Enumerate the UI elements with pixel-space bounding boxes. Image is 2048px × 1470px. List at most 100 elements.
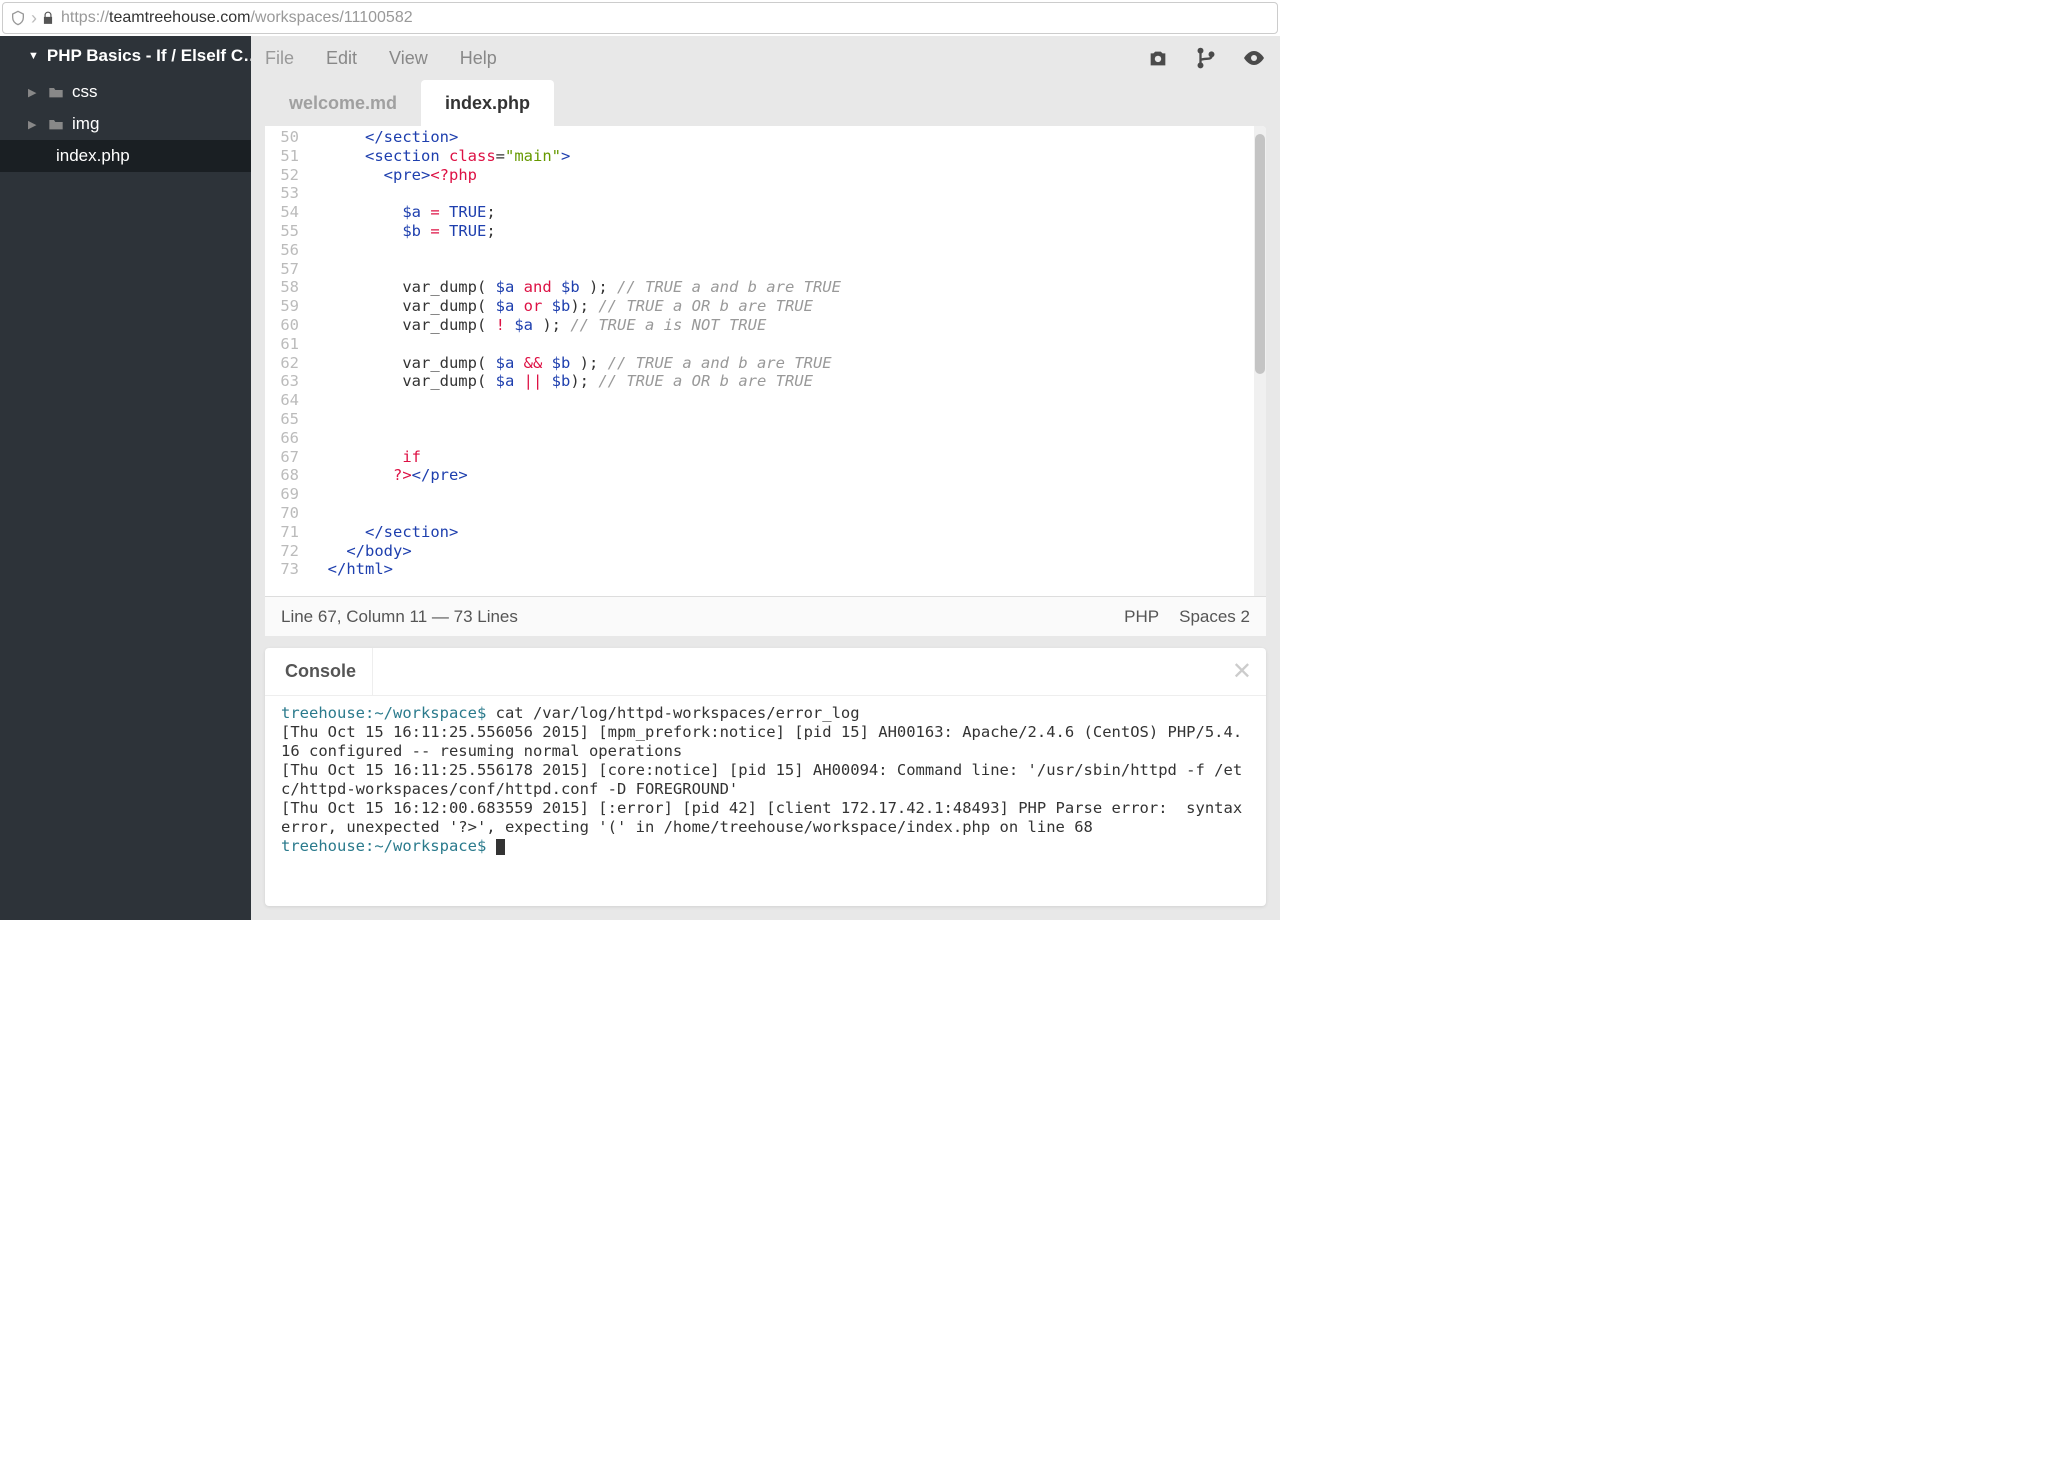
code-line[interactable]: 61 [265,335,1266,354]
close-icon[interactable]: ✕ [1232,657,1252,686]
line-number: 72 [265,542,309,561]
line-number: 59 [265,297,309,316]
line-number: 65 [265,410,309,429]
code-line[interactable]: 66 [265,429,1266,448]
code-content[interactable]: var_dump( $a || $b); // TRUE a OR b are … [309,372,1266,391]
line-number: 68 [265,466,309,485]
code-content[interactable] [309,335,1266,354]
code-line[interactable]: 50 </section> [265,128,1266,147]
code-line[interactable]: 51 <section class="main"> [265,147,1266,166]
line-number: 62 [265,354,309,373]
code-line[interactable]: 71 </section> [265,523,1266,542]
tab-welcome-md[interactable]: welcome.md [265,80,421,126]
console-tab[interactable]: Console [265,648,373,695]
code-line[interactable]: 67 if [265,448,1266,467]
code-content[interactable] [309,429,1266,448]
code-content[interactable]: </body> [309,542,1266,561]
code-content[interactable] [309,260,1266,279]
branch-icon[interactable] [1194,46,1218,70]
console-line: [Thu Oct 15 16:11:25.556056 2015] [mpm_p… [281,723,1250,761]
code-content[interactable]: $a = TRUE; [309,203,1266,222]
console-body[interactable]: treehouse:~/workspace$ cat /var/log/http… [265,696,1266,906]
code-content[interactable]: </section> [309,128,1266,147]
menu-edit[interactable]: Edit [326,48,357,68]
code-line[interactable]: 54 $a = TRUE; [265,203,1266,222]
code-line[interactable]: 64 [265,391,1266,410]
code-line[interactable]: 65 [265,410,1266,429]
workspace-root: ▼ PHP Basics - If / ElseIf C… ▶css▶img in… [0,36,1280,920]
folder-icon [48,117,64,131]
menu-file[interactable]: File [265,48,294,68]
menu-help[interactable]: Help [460,48,497,68]
language-indicator[interactable]: PHP [1124,607,1159,627]
line-number: 55 [265,222,309,241]
code-content[interactable] [309,241,1266,260]
tree-item-label: index.php [56,146,130,166]
tree-item-css[interactable]: ▶css [0,76,251,108]
scrollbar-thumb[interactable] [1255,134,1265,374]
tree-item-label: css [72,82,98,102]
code-line[interactable]: 68 ?></pre> [265,466,1266,485]
code-content[interactable]: ?></pre> [309,466,1266,485]
indent-indicator[interactable]: Spaces 2 [1179,607,1250,627]
code-line[interactable]: 73 </html> [265,560,1266,579]
line-number: 60 [265,316,309,335]
code-content[interactable] [309,504,1266,523]
code-line[interactable]: 70 [265,504,1266,523]
folder-icon [48,85,64,99]
code-line[interactable]: 63 var_dump( $a || $b); // TRUE a OR b a… [265,372,1266,391]
code-content[interactable] [309,485,1266,504]
code-line[interactable]: 56 [265,241,1266,260]
code-content[interactable]: $b = TRUE; [309,222,1266,241]
code-line[interactable]: 55 $b = TRUE; [265,222,1266,241]
tree-item-index-php[interactable]: index.php [0,140,251,172]
tree-item-img[interactable]: ▶img [0,108,251,140]
code-content[interactable] [309,184,1266,203]
code-content[interactable]: if [309,448,1266,467]
url-text[interactable]: https://teamtreehouse.com/workspaces/111… [61,9,413,27]
code-line[interactable]: 57 [265,260,1266,279]
line-number: 64 [265,391,309,410]
editor-scrollbar[interactable] [1254,126,1266,596]
editor-tab-row: welcome.mdindex.php [251,80,1280,126]
code-content[interactable]: var_dump( $a and $b ); // TRUE a and b a… [309,278,1266,297]
code-content[interactable] [309,391,1266,410]
code-content[interactable]: <section class="main"> [309,147,1266,166]
code-content[interactable]: <pre><?php [309,166,1266,185]
console-line: treehouse:~/workspace$ cat /var/log/http… [281,704,1250,723]
tab-index-php[interactable]: index.php [421,80,554,126]
code-line[interactable]: 69 [265,485,1266,504]
console-line: [Thu Oct 15 16:11:25.556178 2015] [core:… [281,761,1250,799]
code-area[interactable]: 50 </section>51 <section class="main">52… [265,126,1266,596]
camera-icon[interactable] [1146,46,1170,70]
browser-address-bar[interactable]: › https://teamtreehouse.com/workspaces/1… [2,2,1278,34]
code-line[interactable]: 59 var_dump( $a or $b); // TRUE a OR b a… [265,297,1266,316]
code-editor: 50 </section>51 <section class="main">52… [265,126,1266,636]
code-line[interactable]: 72 </body> [265,542,1266,561]
line-number: 56 [265,241,309,260]
line-number: 50 [265,128,309,147]
code-content[interactable] [309,410,1266,429]
console-line: treehouse:~/workspace$ [281,837,1250,856]
menubar: File Edit View Help [251,36,1280,80]
menu-view[interactable]: View [389,48,428,68]
console-panel: Console ✕ treehouse:~/workspace$ cat /va… [265,648,1266,906]
eye-icon[interactable] [1242,46,1266,70]
code-line[interactable]: 60 var_dump( ! $a ); // TRUE a is NOT TR… [265,316,1266,335]
tree-item-label: img [72,114,99,134]
project-title[interactable]: ▼ PHP Basics - If / ElseIf C… [0,36,251,76]
code-line[interactable]: 62 var_dump( $a && $b ); // TRUE a and b… [265,354,1266,373]
code-content[interactable]: var_dump( $a && $b ); // TRUE a and b ar… [309,354,1266,373]
code-line[interactable]: 53 [265,184,1266,203]
code-content[interactable]: </section> [309,523,1266,542]
code-line[interactable]: 58 var_dump( $a and $b ); // TRUE a and … [265,278,1266,297]
line-number: 51 [265,147,309,166]
console-line: [Thu Oct 15 16:12:00.683559 2015] [:erro… [281,799,1250,837]
chevron-right-icon: › [31,8,37,29]
code-content[interactable]: var_dump( ! $a ); // TRUE a is NOT TRUE [309,316,1266,335]
code-content[interactable]: </html> [309,560,1266,579]
code-content[interactable]: var_dump( $a or $b); // TRUE a OR b are … [309,297,1266,316]
chevron-down-icon: ▼ [28,50,39,62]
code-line[interactable]: 52 <pre><?php [265,166,1266,185]
line-number: 73 [265,560,309,579]
